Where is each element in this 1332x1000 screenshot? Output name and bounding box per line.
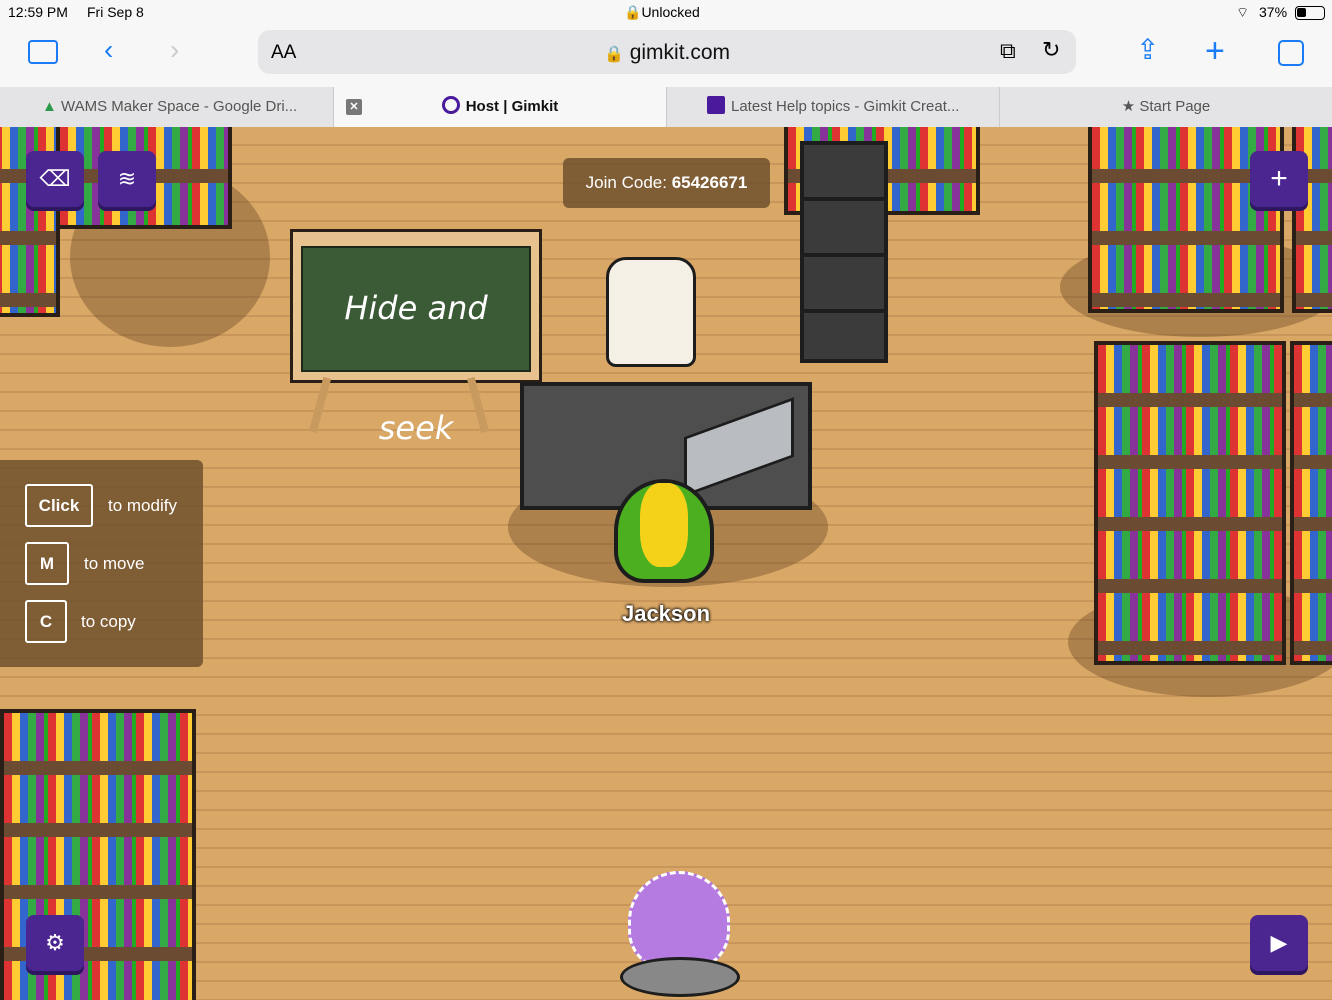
wifi-icon: ⌔	[1236, 4, 1250, 20]
status-bar: 12:59 PM Fri Sep 8 🔒Unlocked ⌔ 37%	[0, 0, 1332, 26]
layers-icon: ≋	[117, 166, 137, 191]
settings-button[interactable]: ⚙	[26, 915, 84, 971]
address-bar[interactable]: AA 🔒 gimkit.com ⧉ ↻	[258, 30, 1076, 74]
gear-icon: ⚙	[45, 930, 65, 955]
reload-icon[interactable]: ↻	[1042, 37, 1060, 63]
add-button[interactable]: +	[1250, 151, 1308, 207]
forward-icon[interactable]: ›	[170, 36, 179, 64]
tab-google-drive[interactable]: ▲ WAMS Maker Space - Google Dri...	[0, 87, 334, 127]
tab-help-topics[interactable]: Latest Help topics - Gimkit Creat...	[667, 87, 1000, 127]
hint-key-m: M	[25, 542, 69, 585]
play-icon: ▶	[1270, 930, 1288, 955]
bookshelf	[1290, 341, 1332, 665]
back-icon[interactable]: ‹	[104, 36, 113, 64]
join-code-badge: Join Code: 65426671	[563, 158, 770, 208]
eraser-button[interactable]: ⌫	[26, 151, 84, 207]
close-tab-icon[interactable]: ✕	[346, 99, 362, 115]
plus-icon: +	[1270, 162, 1288, 195]
tab-bar: ▲ WAMS Maker Space - Google Dri... ✕ Hos…	[0, 87, 1332, 127]
browser-toolbar: ‹ › AA 🔒 gimkit.com ⧉ ↻ ⇪ +	[0, 26, 1332, 86]
date: Fri Sep 8	[87, 4, 144, 20]
chalkboard: Hide and seek	[290, 229, 542, 447]
tab-host-gimkit[interactable]: ✕ Host | Gimkit	[334, 87, 667, 127]
lock-icon: 🔒	[603, 46, 624, 63]
google-drive-icon: ▲	[42, 98, 57, 115]
gimkit-icon	[441, 96, 460, 114]
hint-text: to copy	[81, 612, 136, 631]
new-tab-icon[interactable]: +	[1205, 34, 1225, 68]
sidebar-icon[interactable]	[28, 40, 58, 64]
battery-percent: 37%	[1259, 4, 1288, 20]
tab-start-page[interactable]: ★ Start Page	[1000, 87, 1332, 127]
url-text: 🔒 gimkit.com	[603, 41, 731, 64]
hint-key-click: Click	[25, 484, 93, 527]
bookshelf	[1094, 341, 1286, 665]
game-canvas[interactable]: Hide and seek Jackson Join Code: 6542667…	[0, 127, 1332, 1000]
office-chair	[606, 257, 696, 367]
time: 12:59 PM	[8, 4, 68, 20]
spawn-pad	[628, 871, 730, 971]
layers-button[interactable]: ≋	[98, 151, 156, 207]
lock-status: 🔒Unlocked	[624, 4, 700, 20]
play-button[interactable]: ▶	[1250, 915, 1308, 971]
eraser-icon: ⌫	[39, 166, 71, 191]
chalkboard-text: Hide and seek	[301, 246, 531, 447]
hint-key-c: C	[25, 600, 67, 643]
extension-icon[interactable]: ⧉	[1000, 38, 1016, 64]
battery-icon	[1295, 6, 1325, 20]
star-icon: ★	[1121, 98, 1136, 115]
controls-hint-panel: Click to modify M to move C to copy	[0, 460, 203, 667]
share-icon[interactable]: ⇪	[1136, 36, 1159, 64]
hint-text: to modify	[108, 496, 177, 515]
hint-text: to move	[84, 554, 145, 573]
player-name: Jackson	[621, 601, 711, 626]
tabs-overview-icon[interactable]	[1278, 40, 1304, 66]
corn-avatar	[614, 479, 714, 583]
filing-cabinet	[800, 141, 888, 363]
gimkit-icon	[707, 96, 725, 114]
